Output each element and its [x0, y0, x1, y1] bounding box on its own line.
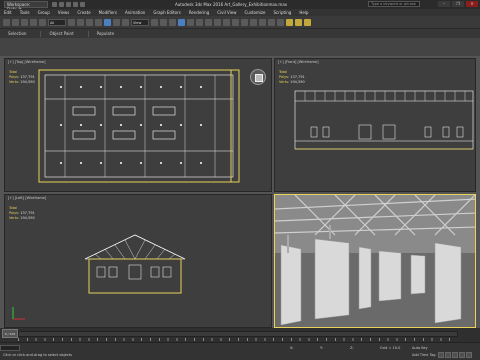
- previous-frame-icon[interactable]: [445, 352, 451, 358]
- reference-coordinate-dropdown[interactable]: View: [131, 18, 149, 26]
- status-bar: Click or click-and-drag to select object…: [0, 342, 480, 360]
- playback-controls: [438, 352, 472, 358]
- select-move-icon[interactable]: [104, 18, 111, 26]
- save-file-icon[interactable]: [66, 2, 71, 7]
- curve-editor-icon[interactable]: [259, 18, 266, 26]
- redo-icon[interactable]: [80, 2, 85, 7]
- coord-z-label: Z:: [350, 346, 354, 350]
- main-toolbar: All View: [0, 16, 480, 29]
- minimize-button[interactable]: –: [438, 1, 450, 7]
- schematic-view-icon[interactable]: [268, 18, 275, 26]
- axis-tripod-icon: [12, 307, 25, 320]
- bind-space-warp-icon[interactable]: [39, 18, 46, 26]
- percent-snap-icon[interactable]: [196, 18, 203, 26]
- layer-manager-icon[interactable]: [241, 18, 248, 26]
- time-slider-handle[interactable]: 0 / 100: [2, 329, 18, 338]
- front-elevation-drawing: [294, 90, 474, 150]
- grid-size-label: Grid = 10.0: [380, 346, 401, 350]
- open-file-icon[interactable]: [59, 2, 64, 7]
- add-time-tag-button[interactable]: Add Time Tag: [412, 353, 436, 357]
- menu-customize[interactable]: Customize: [245, 10, 266, 15]
- select-manipulate-icon[interactable]: [160, 18, 167, 26]
- redo-icon[interactable]: [12, 18, 19, 26]
- new-file-icon[interactable]: [52, 2, 57, 7]
- menu-help[interactable]: Help: [299, 10, 308, 15]
- app-title: Autodesk 3ds Max 2016 Art_Gallery_Exhibi…: [175, 2, 288, 7]
- undo-icon[interactable]: [3, 18, 10, 26]
- menu-edit[interactable]: Edit: [4, 10, 12, 15]
- graphite-toggle-icon[interactable]: [250, 18, 257, 26]
- rectangular-selection-icon[interactable]: [86, 18, 93, 26]
- workspace-dropdown[interactable]: Workspace: Default: [4, 1, 48, 12]
- menu-civil-view[interactable]: Civil View: [217, 10, 236, 15]
- auto-key-button[interactable]: Auto Key: [412, 346, 428, 350]
- align-icon[interactable]: [232, 18, 239, 26]
- select-by-name-icon[interactable]: [77, 18, 84, 26]
- maxscript-listener-field[interactable]: [0, 345, 20, 351]
- angle-snap-icon[interactable]: [187, 18, 194, 26]
- coord-y-label: Y:: [320, 346, 323, 350]
- tab-selection[interactable]: Selection: [8, 31, 26, 36]
- pivot-center-icon[interactable]: [151, 18, 158, 26]
- viewport-top[interactable]: [+] [Top] [Wireframe] Total Polys: 137,79…: [4, 58, 272, 192]
- keyboard-shortcut-icon[interactable]: [169, 18, 176, 26]
- time-slider-bar: 0 / 100: [0, 328, 480, 342]
- named-selection-icon[interactable]: [214, 18, 221, 26]
- menu-create[interactable]: Create: [77, 10, 90, 15]
- timeline-track[interactable]: [18, 331, 458, 337]
- menu-tools[interactable]: Tools: [20, 10, 30, 15]
- unlink-icon[interactable]: [30, 18, 37, 26]
- viewcube-icon[interactable]: [250, 69, 266, 85]
- top-plan-drawing: [38, 69, 240, 183]
- window-crossing-icon[interactable]: [95, 18, 102, 26]
- viewport-perspective[interactable]: [274, 194, 476, 328]
- render-setup-icon[interactable]: [286, 18, 293, 26]
- window-controls: – ❐ ✕: [438, 1, 478, 7]
- search-input[interactable]: Type a keyword or phrase: [368, 1, 420, 7]
- viewport-left[interactable]: [+] [Left] [Wireframe] Total Polys: 137,7…: [4, 194, 272, 328]
- quick-access-toolbar: [52, 2, 85, 7]
- timeline-ruler: [18, 338, 458, 341]
- ribbon-divider: [87, 30, 89, 37]
- menu-bar: Edit Tools Group Views Create Modifiers …: [0, 9, 480, 16]
- menu-animation[interactable]: Animation: [125, 10, 145, 15]
- menu-modifiers[interactable]: Modifiers: [99, 10, 117, 15]
- coord-x-label: X:: [290, 346, 294, 350]
- viewport-area: [+] [Top] [Wireframe] Total Polys: 137,79…: [0, 56, 480, 328]
- close-button[interactable]: ✕: [466, 1, 478, 7]
- ribbon-tabs: Selection Object Paint Populate: [0, 29, 480, 38]
- ribbon-divider: [40, 30, 42, 37]
- go-to-end-icon[interactable]: [466, 352, 472, 358]
- menu-graph-editors[interactable]: Graph Editors: [153, 10, 180, 15]
- menu-scripting[interactable]: Scripting: [274, 10, 292, 15]
- tab-populate[interactable]: Populate: [97, 31, 114, 36]
- next-frame-icon[interactable]: [459, 352, 465, 358]
- select-rotate-icon[interactable]: [113, 18, 120, 26]
- spinner-snap-icon[interactable]: [205, 18, 212, 26]
- mirror-icon[interactable]: [223, 18, 230, 26]
- render-production-icon[interactable]: [304, 18, 311, 26]
- rendered-frame-window-icon[interactable]: [295, 18, 302, 26]
- maximize-button[interactable]: ❐: [452, 1, 464, 7]
- left-section-drawing: [84, 234, 186, 294]
- title-bar: Workspace: Default Autodesk 3ds Max 2016…: [0, 0, 480, 12]
- viewport-front[interactable]: [+] [Front] [Wireframe] Total Polys: 137,…: [274, 58, 476, 192]
- perspective-render: [275, 195, 475, 327]
- menu-group[interactable]: Group: [38, 10, 50, 15]
- selection-filter-dropdown[interactable]: All: [48, 18, 66, 26]
- select-scale-icon[interactable]: [122, 18, 129, 26]
- menu-rendering[interactable]: Rendering: [189, 10, 209, 15]
- tab-object-paint[interactable]: Object Paint: [49, 31, 73, 36]
- undo-icon[interactable]: [73, 2, 78, 7]
- go-to-start-icon[interactable]: [438, 352, 444, 358]
- select-object-icon[interactable]: [68, 18, 75, 26]
- link-icon[interactable]: [21, 18, 28, 26]
- status-prompt: Click or click-and-drag to select object…: [3, 353, 72, 357]
- material-editor-icon[interactable]: [277, 18, 284, 26]
- menu-views[interactable]: Views: [58, 10, 70, 15]
- snaps-toggle-icon[interactable]: [178, 18, 185, 26]
- play-icon[interactable]: [452, 352, 458, 358]
